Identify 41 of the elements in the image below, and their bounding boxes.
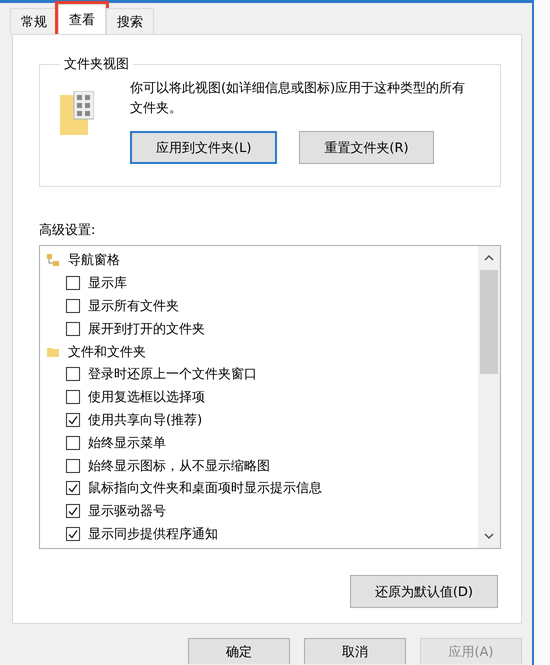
section-label: 高级设置:: [39, 222, 96, 239]
tab[interactable]: 查看: [58, 4, 106, 34]
description-text: 你可以将此视图(如详细信息或图标)应用于这种类型的所有文件夹。: [130, 80, 466, 118]
checkbox[interactable]: [66, 412, 80, 427]
option-label: 始终显示图标，从不显示缩略图: [88, 458, 270, 475]
checkbox[interactable]: [66, 481, 80, 496]
checkbox[interactable]: [66, 458, 80, 473]
group-label: 文件和文件夹: [68, 344, 146, 361]
checkbox[interactable]: [66, 436, 80, 450]
checkbox[interactable]: [66, 298, 80, 313]
checkbox[interactable]: [66, 367, 80, 382]
scroll-thumb[interactable]: [480, 270, 498, 374]
option-label: 显示同步提供程序通知: [88, 526, 218, 543]
scrollbar[interactable]: [478, 246, 500, 548]
checkbox[interactable]: [66, 322, 80, 336]
tab[interactable]: 常规: [10, 8, 58, 34]
folder-button[interactable]: 重置文件夹(R): [299, 131, 434, 164]
group-label: 导航窗格: [68, 252, 120, 270]
option-label: 显示驱动器号: [88, 503, 166, 520]
option-label: 使用共享向导(推荐): [88, 412, 202, 429]
scroll-up-icon[interactable]: [484, 254, 494, 262]
dialog-button[interactable]: 确定: [188, 638, 290, 664]
checkbox[interactable]: [66, 504, 80, 518]
option-label: 鼠标指向文件夹和桌面项时显示提示信息: [88, 480, 322, 498]
folder-icon: [60, 91, 94, 135]
option-label: 展开到打开的文件夹: [88, 320, 205, 338]
checkbox[interactable]: [66, 390, 80, 404]
dialog-button[interactable]: 取消: [304, 638, 406, 664]
checkbox[interactable]: [66, 526, 80, 541]
option-label: 登录时还原上一个文件夹窗口: [88, 366, 257, 384]
folder-button[interactable]: 应用到文件夹(L): [130, 131, 278, 164]
option-label: 显示所有文件夹: [88, 298, 179, 315]
restore-defaults-button[interactable]: 还原为默认值(D): [350, 575, 498, 608]
tree-icon: [46, 253, 60, 268]
option-label: 始终显示菜单: [88, 434, 166, 452]
scroll-down-icon[interactable]: [484, 532, 494, 540]
tab[interactable]: 搜索: [106, 8, 154, 34]
option-label: 显示库: [88, 275, 127, 292]
option-label: 使用复选框以选择项: [88, 389, 205, 406]
group-title: 文件夹视图: [63, 56, 130, 73]
checkbox[interactable]: [66, 276, 80, 290]
